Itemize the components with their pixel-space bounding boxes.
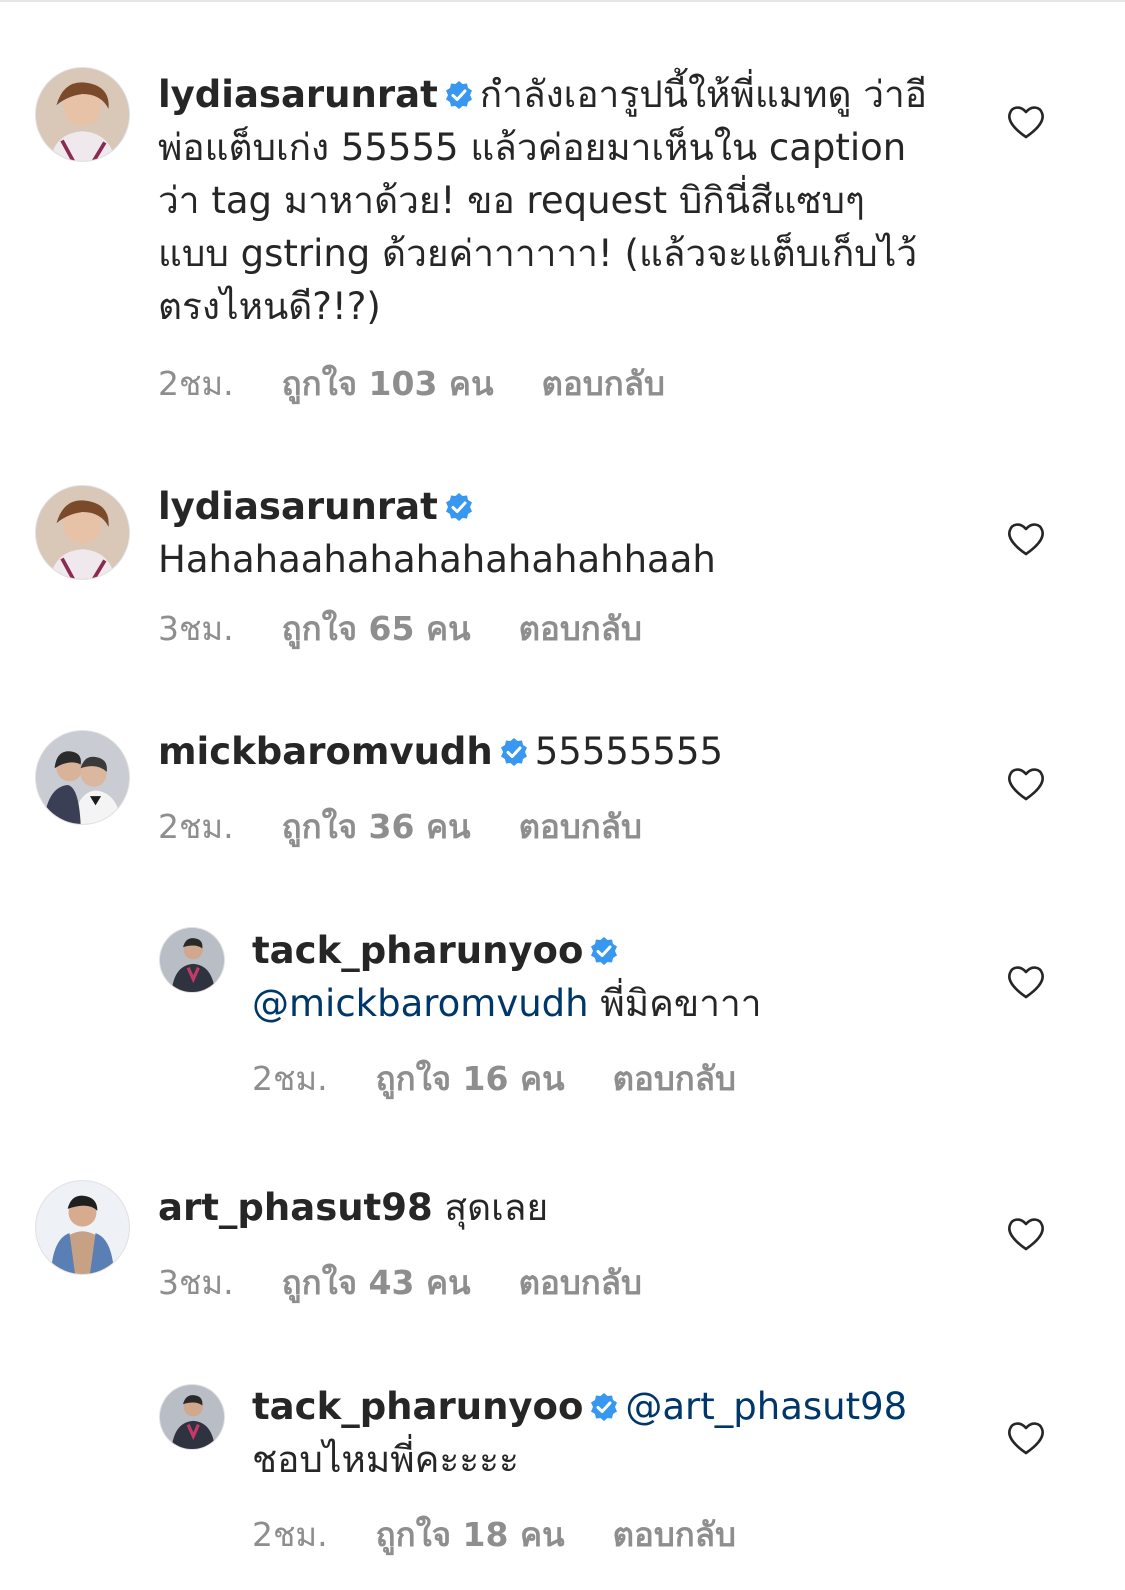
comment-likes[interactable]: ถูกใจ 103 คน: [282, 364, 494, 403]
heart-outline-icon: [1008, 966, 1044, 999]
comment-username[interactable]: tack_pharunyoo: [252, 1385, 583, 1428]
comment-body: สุดเลย: [444, 1186, 549, 1229]
comment-likes[interactable]: ถูกใจ 18 คน: [376, 1515, 565, 1554]
heart-outline-icon: [1008, 1422, 1044, 1455]
like-button[interactable]: [1006, 521, 1046, 557]
like-button[interactable]: [1006, 1216, 1046, 1252]
reply-button[interactable]: ตอบกลับ: [519, 609, 642, 648]
reply-text: tack_pharunyoo @mickbaromvudh พี่มิคขาาา: [252, 924, 1022, 1030]
verified-badge-icon: [589, 936, 619, 966]
reply-button[interactable]: ตอบกลับ: [613, 1515, 736, 1554]
mention-link[interactable]: @mickbaromvudh: [252, 982, 589, 1025]
comment-text: lydiasarunrat กำลังเอารูปนี้ให้พี่แมทดู ว…: [158, 68, 928, 333]
avatar[interactable]: [36, 68, 129, 161]
comment-meta: 2ชม. ถูกใจ 18 คน ตอบกลับ: [252, 1508, 736, 1561]
comment-likes[interactable]: ถูกใจ 36 คน: [282, 807, 471, 846]
avatar[interactable]: [160, 928, 224, 992]
avatar-photo-icon: [36, 68, 129, 161]
comment-time: 2ชม.: [158, 807, 234, 846]
avatar-photo-icon: [160, 1385, 224, 1449]
reply-text: tack_pharunyoo @art_phasut98 ชอบไหมพี่คะะะ…: [252, 1380, 1022, 1486]
comment-time: 3ชม.: [158, 609, 234, 648]
like-button[interactable]: [1006, 104, 1046, 140]
like-button[interactable]: [1006, 964, 1046, 1000]
reply-button[interactable]: ตอบกลับ: [613, 1059, 736, 1098]
avatar-photo-icon: [36, 486, 129, 579]
comment-likes[interactable]: ถูกใจ 16 คน: [376, 1059, 565, 1098]
comment-meta: 2ชม. ถูกใจ 36 คน ตอบกลับ: [158, 800, 642, 853]
comment-time: 2ชม.: [158, 364, 234, 403]
comment-username[interactable]: lydiasarunrat: [158, 485, 438, 528]
like-button[interactable]: [1006, 1420, 1046, 1456]
comment-meta: 2ชม. ถูกใจ 103 คน ตอบกลับ: [158, 357, 665, 410]
avatar[interactable]: [36, 1181, 129, 1274]
heart-outline-icon: [1008, 106, 1044, 139]
like-button[interactable]: [1006, 766, 1046, 802]
comment-username[interactable]: lydiasarunrat: [158, 73, 438, 116]
mention-link[interactable]: @art_phasut98: [625, 1385, 907, 1428]
comment-body: Hahahaahahahahahahahhaah: [158, 538, 716, 581]
avatar-photo-icon: [160, 928, 224, 992]
comment-username[interactable]: mickbaromvudh: [158, 730, 493, 773]
heart-outline-icon: [1008, 768, 1044, 801]
avatar-photo-icon: [36, 1181, 129, 1274]
verified-badge-icon: [589, 1392, 619, 1422]
comment-likes[interactable]: ถูกใจ 43 คน: [282, 1263, 471, 1302]
comment-time: 2ชม.: [252, 1059, 328, 1098]
avatar-photo-icon: [36, 731, 129, 824]
comment-time: 2ชม.: [252, 1515, 328, 1554]
reply-button[interactable]: ตอบกลับ: [519, 807, 642, 846]
comment-username[interactable]: art_phasut98: [158, 1186, 433, 1229]
heart-outline-icon: [1008, 523, 1044, 556]
avatar[interactable]: [36, 486, 129, 579]
comment-body: 55555555: [534, 730, 724, 773]
verified-badge-icon: [499, 737, 529, 767]
heart-outline-icon: [1008, 1218, 1044, 1251]
comment-text: art_phasut98 สุดเลย: [158, 1181, 928, 1234]
reply-button[interactable]: ตอบกลับ: [542, 364, 665, 403]
comment-username[interactable]: tack_pharunyoo: [252, 929, 583, 972]
comment-text: mickbaromvudh 55555555: [158, 725, 928, 778]
comment-likes[interactable]: ถูกใจ 65 คน: [282, 609, 471, 648]
verified-badge-icon: [444, 80, 474, 110]
avatar[interactable]: [36, 731, 129, 824]
top-divider: [0, 0, 1125, 2]
comment-text: lydiasarunrat Hahahaahahahahahahahhaah: [158, 480, 928, 586]
comment-body: ชอบไหมพี่คะะะะ: [252, 1438, 519, 1481]
avatar[interactable]: [160, 1385, 224, 1449]
comment-meta: 2ชม. ถูกใจ 16 คน ตอบกลับ: [252, 1052, 736, 1105]
comment-time: 3ชม.: [158, 1263, 234, 1302]
verified-badge-icon: [444, 492, 474, 522]
reply-button[interactable]: ตอบกลับ: [519, 1263, 642, 1302]
comment-meta: 3ชม. ถูกใจ 65 คน ตอบกลับ: [158, 602, 642, 655]
comment-body: พี่มิคขาาา: [600, 982, 762, 1025]
comment-meta: 3ชม. ถูกใจ 43 คน ตอบกลับ: [158, 1256, 642, 1309]
